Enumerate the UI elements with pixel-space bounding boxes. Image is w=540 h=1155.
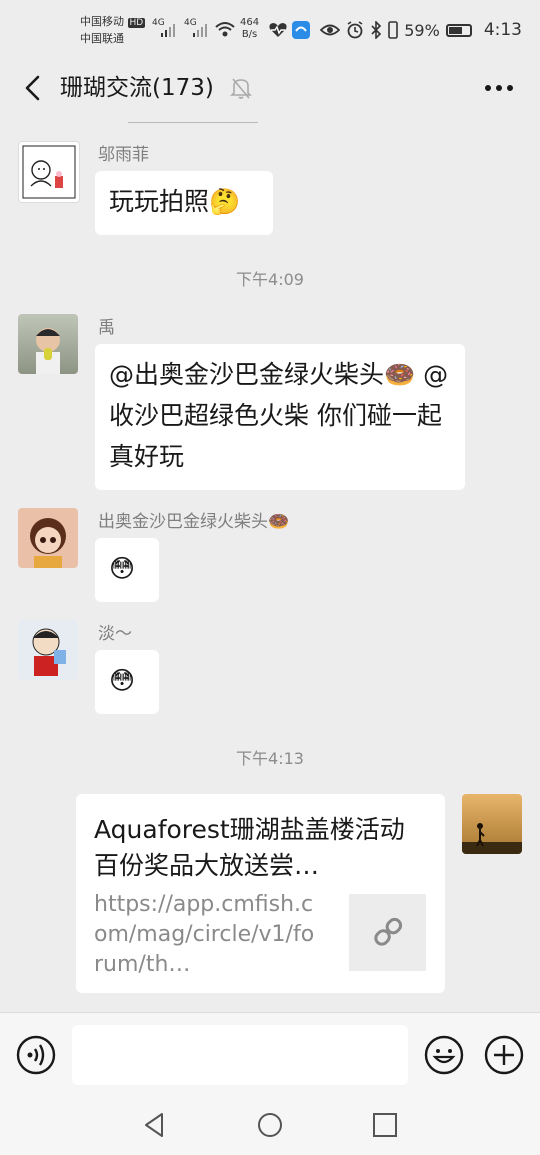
net-speed-value: 464 <box>240 17 260 28</box>
battery-icon <box>445 23 472 37</box>
back-arrow-icon[interactable] <box>18 72 50 104</box>
app-notification-icon <box>292 21 310 39</box>
voice-icon[interactable] <box>16 1035 56 1075</box>
hd-badge: HD <box>127 18 146 28</box>
message-bubble[interactable]: 玩玩拍照🤔 <box>95 171 273 235</box>
chat-title: 珊瑚交流(173) <box>60 75 214 101</box>
message-bubble[interactable]: 😳 <box>95 538 159 602</box>
doll-avatar-icon <box>30 518 66 568</box>
alarm-icon <box>347 21 363 39</box>
baby-photo-icon <box>36 328 60 374</box>
wifi-icon <box>215 22 235 37</box>
signal-1-icon <box>161 24 175 37</box>
chat-messages[interactable]: 邬雨菲 玩玩拍照🤔 下午4:09 禹 @出奥金沙巴金绿火柴头🍩 @收沙巴超绿色火… <box>0 118 540 1012</box>
vibrate-icon <box>388 21 399 39</box>
input-bar <box>0 1012 540 1097</box>
signal-2-icon <box>193 24 207 37</box>
crayon-shin-chan-avatar-icon <box>32 628 66 676</box>
carrier-2: 中国联通 <box>80 32 124 45</box>
net-speed: 464 B/s <box>240 17 259 41</box>
clock: 4:13 <box>483 20 522 40</box>
my-avatar[interactable] <box>462 794 522 854</box>
battery-percent: 59% <box>404 20 440 40</box>
cartoon-avatar-icon <box>22 145 76 199</box>
recent-square-icon[interactable] <box>370 1110 400 1140</box>
avatar[interactable] <box>18 314 78 374</box>
home-circle-icon[interactable] <box>255 1110 285 1140</box>
avatar[interactable] <box>18 620 78 680</box>
sender-name: 禹 <box>98 318 115 338</box>
chat-header: 珊瑚交流(173) <box>0 60 540 118</box>
link-icon <box>374 917 403 946</box>
message-bubble[interactable]: 😳 <box>95 650 159 714</box>
message-input[interactable] <box>72 1025 408 1085</box>
avatar[interactable] <box>18 508 78 568</box>
system-nav-bar <box>0 1096 540 1155</box>
more-options-icon[interactable] <box>484 84 514 92</box>
avatar[interactable] <box>18 141 80 203</box>
status-bar: 中国移动 HD 中国联通 4G 4G 464 B/s 59% 4:13 <box>0 0 540 60</box>
sender-name: 邬雨菲 <box>98 145 149 165</box>
bluetooth-icon <box>371 21 382 39</box>
emoji-icon[interactable] <box>424 1035 464 1075</box>
eye-icon <box>320 24 341 36</box>
timestamp: 下午4:13 <box>236 749 304 768</box>
link-card-title: Aquaforest珊湖盐盖楼活动 百份奖品大放送尝… <box>94 815 405 880</box>
sender-name: 淡～ <box>98 624 132 644</box>
back-triangle-icon[interactable] <box>140 1110 170 1140</box>
hiker-silhouette-icon <box>462 823 522 854</box>
timestamp: 下午4:09 <box>236 270 304 289</box>
sender-name: 出奥金沙巴金绿火柴头🍩 <box>98 512 290 532</box>
plus-icon[interactable] <box>484 1035 524 1075</box>
link-card[interactable]: Aquaforest珊湖盐盖楼活动 百份奖品大放送尝… https://app.… <box>76 794 445 993</box>
link-card-url: https://app.cmfish.com/mag/circle/v1/for… <box>94 892 315 977</box>
status-right: 59% 4:13 <box>320 20 522 40</box>
link-thumbnail <box>349 894 426 971</box>
carrier-info: 中国移动 HD 中国联通 <box>80 14 146 47</box>
divider <box>128 122 258 123</box>
carrier-1: 中国移动 <box>80 15 124 28</box>
message-bubble[interactable]: @出奥金沙巴金绿火柴头🍩 @收沙巴超绿色火柴 你们碰一起真好玩 <box>95 344 465 490</box>
heart-rate-icon <box>269 23 287 37</box>
mute-bell-icon <box>230 78 252 99</box>
net-speed-unit: B/s <box>241 29 258 40</box>
